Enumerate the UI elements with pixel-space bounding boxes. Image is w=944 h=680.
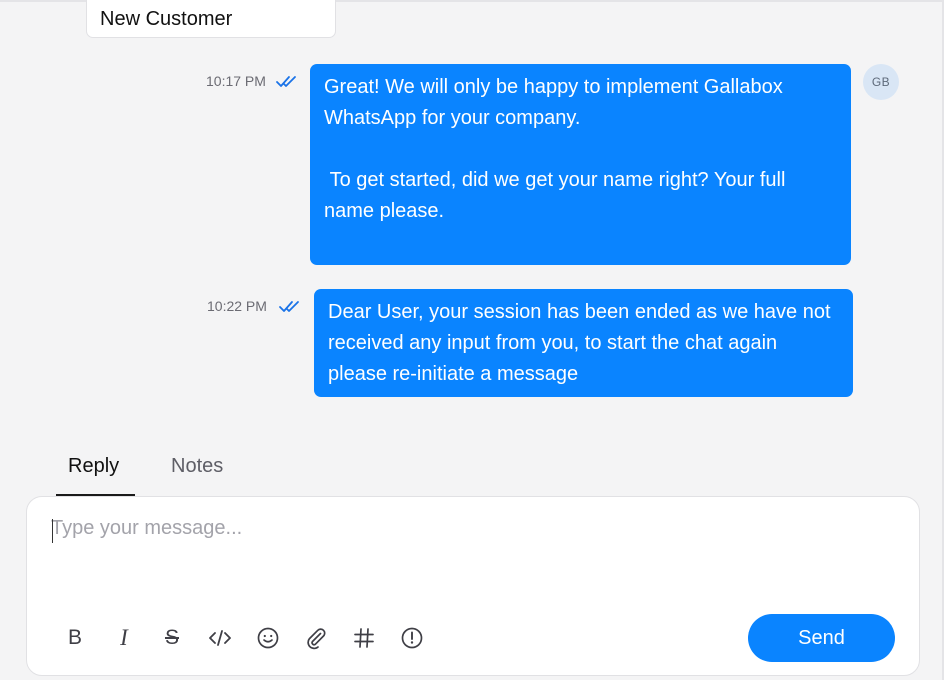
- send-button[interactable]: Send: [748, 614, 895, 662]
- tab-reply[interactable]: Reply: [68, 455, 119, 478]
- emoji-icon: [257, 627, 279, 649]
- tab-notes[interactable]: Notes: [171, 455, 223, 478]
- emoji-button[interactable]: [254, 624, 282, 652]
- alert-button[interactable]: [398, 624, 426, 652]
- outgoing-message-bubble: Great! We will only be happy to implemen…: [310, 64, 851, 265]
- bold-button[interactable]: B: [61, 624, 89, 652]
- code-button[interactable]: [206, 624, 234, 652]
- code-icon: [209, 630, 231, 646]
- message-timestamp: 10:17 PM: [206, 73, 266, 89]
- alert-icon: [401, 627, 423, 649]
- strikethrough-icon: S: [164, 626, 179, 649]
- italic-icon: I: [120, 625, 128, 650]
- double-check-icon: [279, 301, 299, 312]
- message-timestamp: 10:22 PM: [207, 298, 267, 314]
- double-check-icon: [276, 76, 296, 87]
- outgoing-message-bubble: Dear User, your session has been ended a…: [314, 289, 853, 397]
- italic-button[interactable]: I: [110, 624, 138, 652]
- attachment-icon: [307, 628, 326, 650]
- avatar: GB: [863, 64, 899, 100]
- avatar-initials: GB: [871, 75, 891, 89]
- message-input[interactable]: [51, 517, 891, 577]
- hashtag-button[interactable]: [350, 624, 378, 652]
- text-cursor: [52, 519, 53, 543]
- attachment-button[interactable]: [302, 624, 330, 652]
- strikethrough-button[interactable]: S: [158, 624, 186, 652]
- bold-icon: B: [67, 626, 82, 649]
- quick-reply-option-label: New Customer: [100, 8, 233, 30]
- quick-reply-option[interactable]: New Customer: [86, 0, 336, 38]
- hashtag-icon: [354, 628, 374, 648]
